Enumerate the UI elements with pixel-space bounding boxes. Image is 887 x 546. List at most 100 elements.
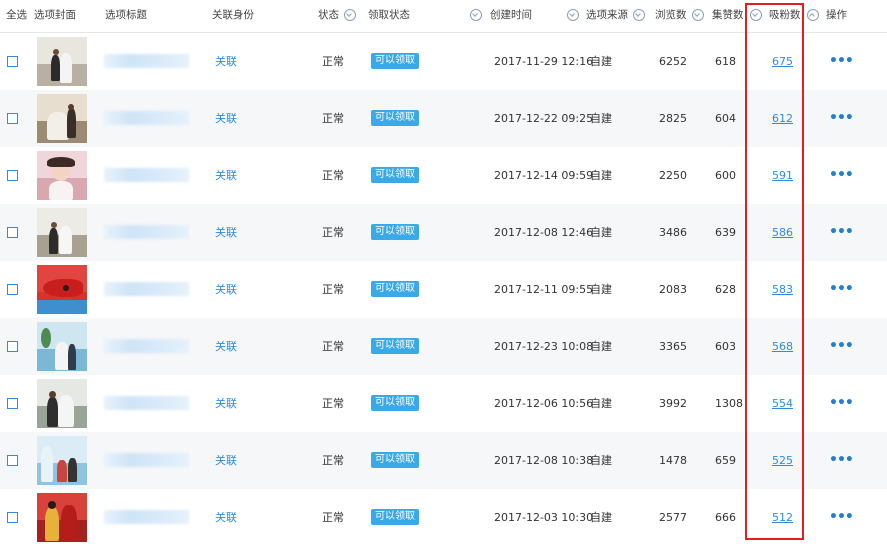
created-time: 2017-12-08 10:38 <box>494 454 594 467</box>
fans-link[interactable]: 675 <box>772 33 793 90</box>
more-actions-icon[interactable]: ••• <box>829 33 854 90</box>
source-text: 自建 <box>590 340 612 353</box>
row-checkbox[interactable] <box>7 56 18 67</box>
more-actions-icon[interactable]: ••• <box>829 204 854 261</box>
fans-link[interactable]: 554 <box>772 375 793 432</box>
source-text: 自建 <box>590 112 612 125</box>
fans-link[interactable]: 525 <box>772 432 793 489</box>
identity-link[interactable]: 关联 <box>215 33 237 90</box>
fans-header: 吸粉数 <box>769 9 801 21</box>
views-count: 3992 <box>659 397 687 410</box>
claim-badge: 可以领取 <box>371 281 419 297</box>
status-text: 正常 <box>322 112 344 125</box>
status-text: 正常 <box>322 511 344 524</box>
cover-thumbnail <box>37 322 87 371</box>
more-actions-icon[interactable]: ••• <box>829 489 854 546</box>
likes-header: 集赞数 <box>712 9 744 21</box>
identity-link[interactable]: 关联 <box>215 489 237 546</box>
status-text: 正常 <box>322 397 344 410</box>
status-text: 正常 <box>322 169 344 182</box>
source-text: 自建 <box>590 226 612 239</box>
identity-link[interactable]: 关联 <box>215 204 237 261</box>
source-text: 自建 <box>590 55 612 68</box>
likes-count: 659 <box>715 454 736 467</box>
claim-badge: 可以领取 <box>371 224 419 240</box>
table-row: 关联 正常 可以领取 2017-11-29 12:16 自建 6252 618 … <box>0 33 887 90</box>
created-sort-icon[interactable] <box>470 9 482 21</box>
likes-sort-icon[interactable] <box>692 9 704 21</box>
fans-sort-icon[interactable] <box>750 9 762 21</box>
row-checkbox[interactable] <box>7 113 18 124</box>
actions-header: 操作 <box>826 9 847 21</box>
cover-thumbnail <box>37 37 87 86</box>
row-checkbox[interactable] <box>7 341 18 352</box>
claim-badge: 可以领取 <box>371 338 419 354</box>
more-actions-icon[interactable]: ••• <box>829 147 854 204</box>
views-count: 1478 <box>659 454 687 467</box>
fans-link[interactable]: 583 <box>772 261 793 318</box>
row-checkbox[interactable] <box>7 227 18 238</box>
fans-link[interactable]: 568 <box>772 318 793 375</box>
likes-count: 1308 <box>715 397 743 410</box>
claim-badge: 可以领取 <box>371 110 419 126</box>
more-actions-icon[interactable]: ••• <box>829 90 854 147</box>
row-checkbox[interactable] <box>7 284 18 295</box>
source-text: 自建 <box>590 454 612 467</box>
created-time: 2017-12-11 09:55 <box>494 283 594 296</box>
source-text: 自建 <box>590 283 612 296</box>
fans-link[interactable]: 512 <box>772 489 793 546</box>
identity-link[interactable]: 关联 <box>215 261 237 318</box>
claim-badge: 可以领取 <box>371 452 419 468</box>
row-checkbox[interactable] <box>7 512 18 523</box>
views-count: 2083 <box>659 283 687 296</box>
created-time: 2017-12-06 10:56 <box>494 397 594 410</box>
identity-link[interactable]: 关联 <box>215 375 237 432</box>
select-all-label[interactable]: 全选 <box>6 0 27 32</box>
row-checkbox[interactable] <box>7 170 18 181</box>
status-text: 正常 <box>322 226 344 239</box>
actions-sort-icon[interactable] <box>807 9 819 21</box>
fans-link[interactable]: 612 <box>772 90 793 147</box>
title-header: 选项标题 <box>105 9 147 21</box>
created-time-header: 创建时间 <box>490 9 532 21</box>
row-checkbox[interactable] <box>7 455 18 466</box>
fans-link[interactable]: 591 <box>772 147 793 204</box>
views-sort-icon[interactable] <box>633 9 645 21</box>
created-time: 2017-12-22 09:25 <box>494 112 594 125</box>
status-text: 正常 <box>322 55 344 68</box>
identity-link[interactable]: 关联 <box>215 318 237 375</box>
likes-count: 666 <box>715 511 736 524</box>
likes-count: 604 <box>715 112 736 125</box>
status-text: 正常 <box>322 454 344 467</box>
source-text: 自建 <box>590 511 612 524</box>
fans-link[interactable]: 586 <box>772 204 793 261</box>
title-redacted <box>104 282 189 296</box>
views-count: 2577 <box>659 511 687 524</box>
identity-link[interactable]: 关联 <box>215 147 237 204</box>
identity-link[interactable]: 关联 <box>215 90 237 147</box>
source-text: 自建 <box>590 169 612 182</box>
source-sort-icon[interactable] <box>567 9 579 21</box>
more-actions-icon[interactable]: ••• <box>829 375 854 432</box>
cover-thumbnail <box>37 379 87 428</box>
title-redacted <box>104 168 189 182</box>
more-actions-icon[interactable]: ••• <box>829 318 854 375</box>
title-redacted <box>104 225 189 239</box>
cover-thumbnail <box>37 493 87 542</box>
table-header: 全选 选项封面 选项标题 关联身份 状态 领取状态 创建时间 选项来源 浏览数 … <box>0 0 887 33</box>
more-actions-icon[interactable]: ••• <box>829 432 854 489</box>
created-time: 2017-12-14 09:59 <box>494 169 594 182</box>
title-redacted <box>104 396 189 410</box>
status-sort-icon[interactable] <box>344 9 356 21</box>
title-redacted <box>104 111 189 125</box>
more-actions-icon[interactable]: ••• <box>829 261 854 318</box>
likes-count: 628 <box>715 283 736 296</box>
views-count: 2825 <box>659 112 687 125</box>
identity-link[interactable]: 关联 <box>215 432 237 489</box>
source-header: 选项来源 <box>586 9 628 21</box>
table-row: 关联 正常 可以领取 2017-12-22 09:25 自建 2825 604 … <box>0 90 887 147</box>
claim-badge: 可以领取 <box>371 53 419 69</box>
views-count: 3365 <box>659 340 687 353</box>
likes-count: 618 <box>715 55 736 68</box>
row-checkbox[interactable] <box>7 398 18 409</box>
